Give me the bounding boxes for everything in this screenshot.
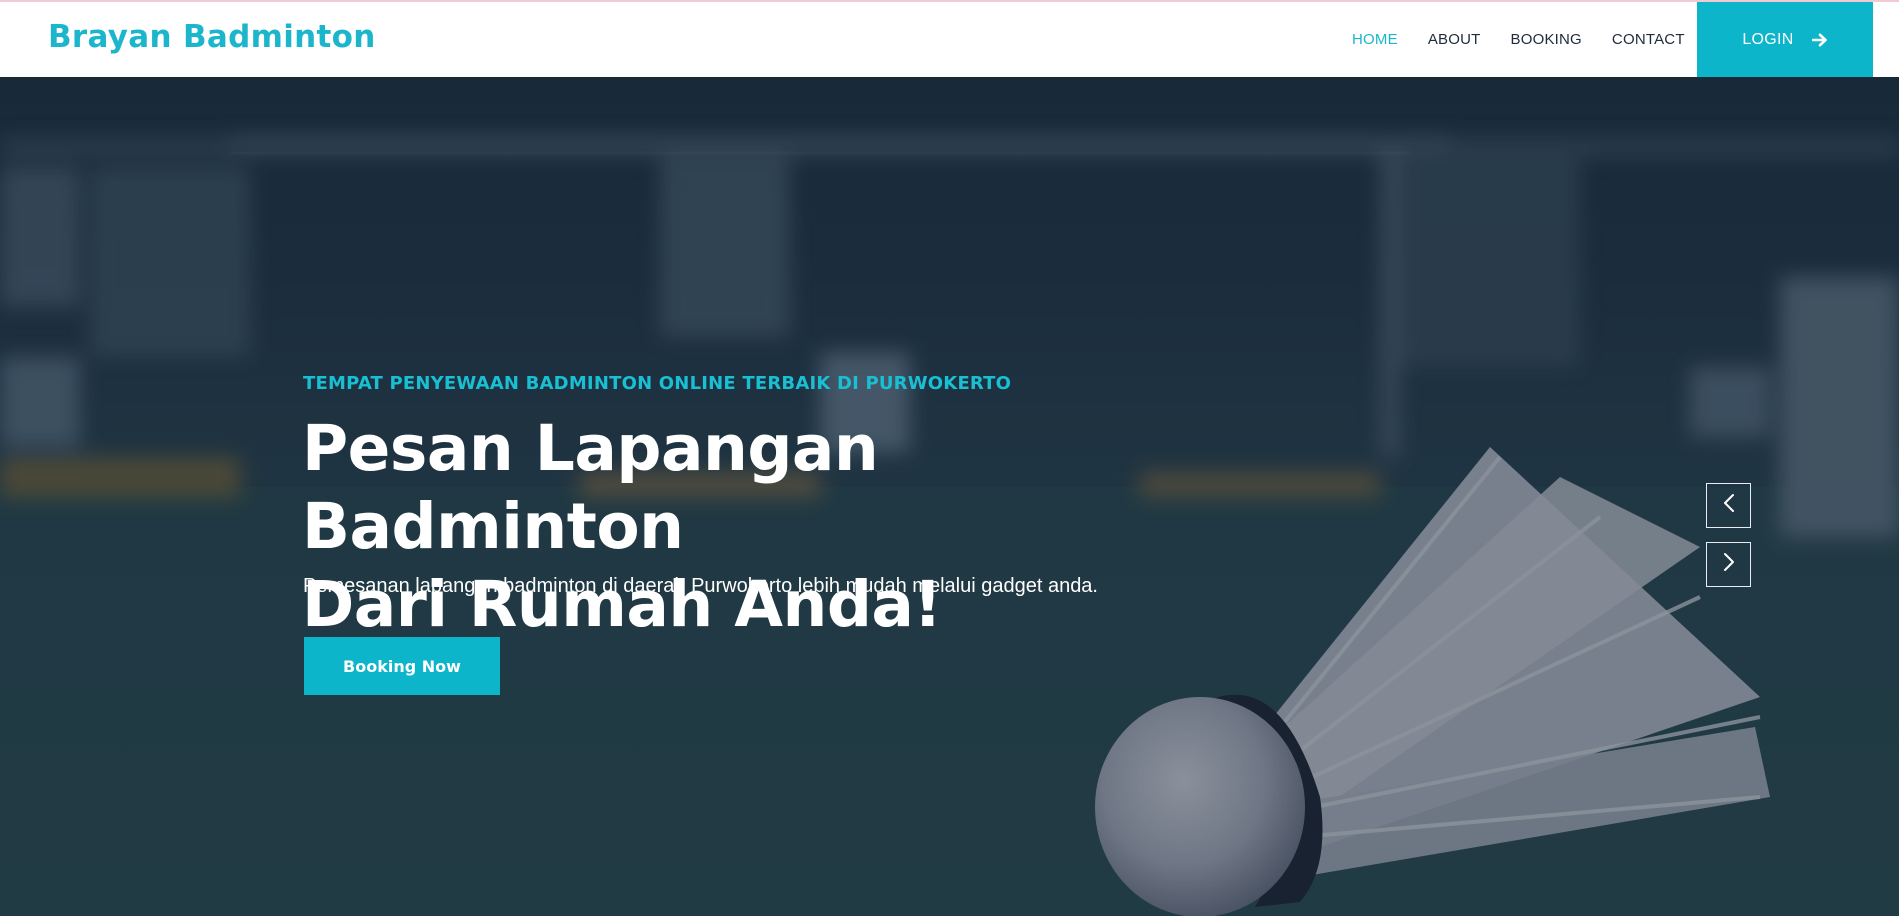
carousel-next-button[interactable]: [1706, 542, 1751, 587]
hero-headline-line-1: Pesan Lapangan Badminton: [302, 412, 879, 563]
hero-eyebrow: TEMPAT PENYEWAAN BADMINTON ONLINE TERBAI…: [303, 373, 1012, 394]
chevron-right-icon: [1722, 552, 1736, 577]
booking-now-button[interactable]: Booking Now: [304, 637, 500, 695]
nav-about-link[interactable]: ABOUT: [1428, 31, 1481, 48]
login-button-label: LOGIN: [1742, 30, 1794, 48]
arrow-right-icon: [1811, 33, 1828, 47]
nav-contact-link[interactable]: CONTACT: [1612, 31, 1685, 48]
nav-home-link[interactable]: HOME: [1352, 31, 1398, 48]
login-button[interactable]: LOGIN: [1697, 2, 1873, 77]
nav-booking-link[interactable]: BOOKING: [1511, 31, 1582, 48]
hero-subtext: Pemesanan lapangan badminton di daerah P…: [303, 575, 1098, 597]
brand-logo[interactable]: Brayan Badminton: [48, 19, 376, 55]
navbar: Brayan Badminton HOME ABOUT BOOKING CONT…: [0, 2, 1899, 77]
hero-headline: Pesan Lapangan Badminton Dari Rumah Anda…: [302, 410, 1262, 644]
chevron-left-icon: [1722, 493, 1736, 518]
carousel-prev-button[interactable]: [1706, 483, 1751, 528]
nav-menu: HOME ABOUT BOOKING CONTACT: [1352, 2, 1715, 77]
